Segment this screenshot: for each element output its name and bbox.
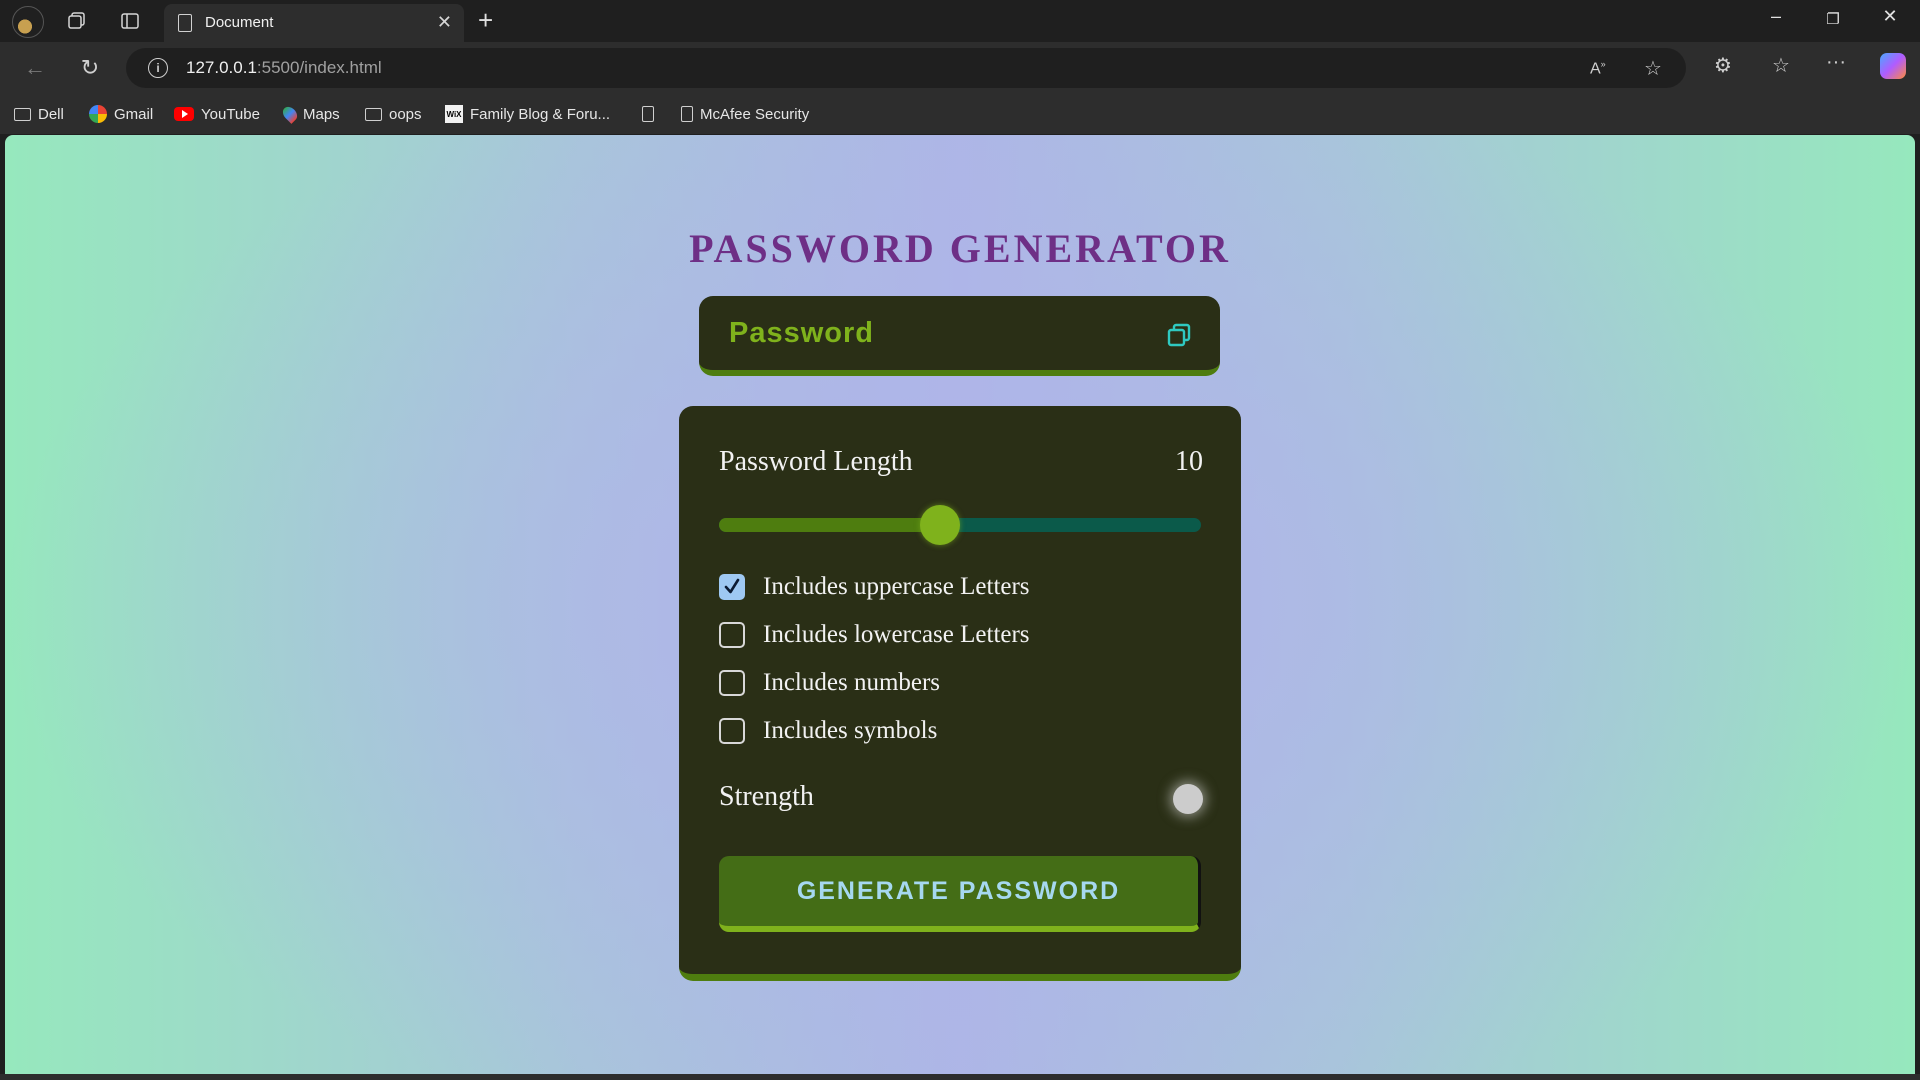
option-uppercase[interactable]: Includes uppercase Letters — [719, 572, 1030, 602]
more-menu-icon[interactable]: ··· — [1826, 51, 1846, 74]
url-path: :5500/index.html — [256, 58, 382, 77]
folder-icon — [365, 107, 382, 121]
tab-document[interactable]: Document ✕ — [164, 4, 464, 42]
new-tab-button[interactable]: + — [478, 5, 493, 36]
minimize-icon[interactable]: – — [1756, 6, 1796, 27]
page-viewport: PASSWORD GENERATOR Password Length 10 In… — [5, 135, 1915, 1074]
option-label: Includes numbers — [763, 669, 941, 696]
page-icon — [681, 106, 693, 122]
bookmark-label: Maps — [303, 105, 340, 123]
bookmark-label: YouTube — [201, 105, 260, 123]
info-icon[interactable]: i — [148, 58, 168, 78]
bookmark-family-blog[interactable]: WiX Family Blog & Foru... — [445, 104, 610, 124]
bookmark-label: Gmail — [114, 105, 154, 123]
length-slider[interactable] — [719, 505, 1201, 545]
password-length-label: Password Length — [719, 446, 913, 477]
copilot-icon[interactable] — [1880, 53, 1906, 79]
uppercase-checkbox[interactable] — [719, 574, 745, 600]
url-text: 127.0.0.1:5500/index.html — [186, 58, 382, 78]
profile-avatar[interactable] — [12, 6, 44, 38]
bookmark-dell[interactable]: Dell — [14, 104, 64, 124]
generate-password-button[interactable]: GENERATE PASSWORD — [719, 856, 1201, 932]
bookmark-label: McAfee Security — [700, 105, 810, 123]
bookmark-gmail[interactable]: Gmail — [89, 104, 153, 124]
tab-actions-icon[interactable] — [118, 9, 142, 33]
symbols-checkbox[interactable] — [719, 718, 745, 744]
numbers-checkbox[interactable] — [719, 670, 745, 696]
favorite-star-icon[interactable]: ☆ — [1644, 56, 1662, 81]
address-bar[interactable]: i 127.0.0.1:5500/index.html A» ☆ — [126, 48, 1686, 88]
extensions-icon[interactable]: ⚙ — [1714, 53, 1732, 78]
option-label: Includes symbols — [763, 717, 938, 744]
option-label: Includes lowercase Letters — [763, 621, 1030, 648]
password-display — [699, 296, 1220, 376]
page-icon — [642, 106, 654, 122]
maps-icon — [280, 104, 300, 124]
youtube-icon — [174, 107, 194, 121]
close-window-icon[interactable]: ✕ — [1870, 6, 1910, 27]
length-slider-thumb[interactable] — [920, 505, 960, 545]
bookmark-maps[interactable]: Maps — [280, 104, 340, 124]
copy-icon[interactable] — [1166, 322, 1192, 348]
back-arrow-icon[interactable]: ← — [22, 55, 48, 81]
bookmark-youtube[interactable]: YouTube — [174, 104, 260, 124]
option-lowercase[interactable]: Includes lowercase Letters — [719, 620, 1030, 650]
strength-label: Strength — [719, 781, 814, 812]
tab-title: Document — [205, 14, 274, 31]
google-icon — [89, 105, 107, 123]
lowercase-checkbox[interactable] — [719, 622, 745, 648]
bookmarks-bar: Dell Gmail YouTube Maps oops WiX Family B… — [0, 94, 1920, 134]
bookmark-label: Family Blog & Foru... — [470, 105, 611, 123]
wix-icon: WiX — [445, 105, 463, 123]
option-symbols[interactable]: Includes symbols — [719, 716, 937, 746]
browser-title-bar: Document ✕ + – ❐ ✕ — [0, 0, 1920, 42]
bookmark-oops[interactable]: oops — [365, 104, 422, 124]
window-bottom-edge — [0, 1074, 1920, 1080]
browser-toolbar: ← ↻ i 127.0.0.1:5500/index.html A» ☆ ⚙ ☆… — [0, 42, 1920, 94]
bookmark-untitled[interactable] — [642, 104, 661, 124]
bookmark-mcafee[interactable]: McAfee Security — [681, 104, 809, 124]
option-numbers[interactable]: Includes numbers — [719, 668, 940, 698]
password-length-value: 10 — [1175, 446, 1203, 477]
password-output-field[interactable] — [727, 312, 1131, 354]
url-host: 127.0.0.1 — [186, 58, 257, 77]
checkmark-icon — [724, 578, 740, 594]
read-aloud-icon[interactable]: A» — [1590, 59, 1606, 78]
strength-indicator — [1173, 784, 1203, 814]
close-tab-icon[interactable]: ✕ — [437, 12, 452, 33]
length-slider-fill — [719, 518, 940, 532]
bookmark-label: Dell — [38, 105, 64, 123]
folder-icon — [14, 107, 31, 121]
workspaces-icon[interactable] — [65, 9, 89, 33]
restore-icon[interactable]: ❐ — [1813, 10, 1853, 28]
option-label: Includes uppercase Letters — [763, 573, 1030, 600]
bookmark-label: oops — [389, 105, 422, 123]
page-icon — [178, 14, 192, 32]
settings-card: Password Length 10 Includes uppercase Le… — [679, 406, 1241, 981]
page-title: PASSWORD GENERATOR — [689, 226, 1231, 271]
refresh-icon[interactable]: ↻ — [77, 55, 103, 81]
favorites-icon[interactable]: ☆ — [1772, 53, 1790, 78]
